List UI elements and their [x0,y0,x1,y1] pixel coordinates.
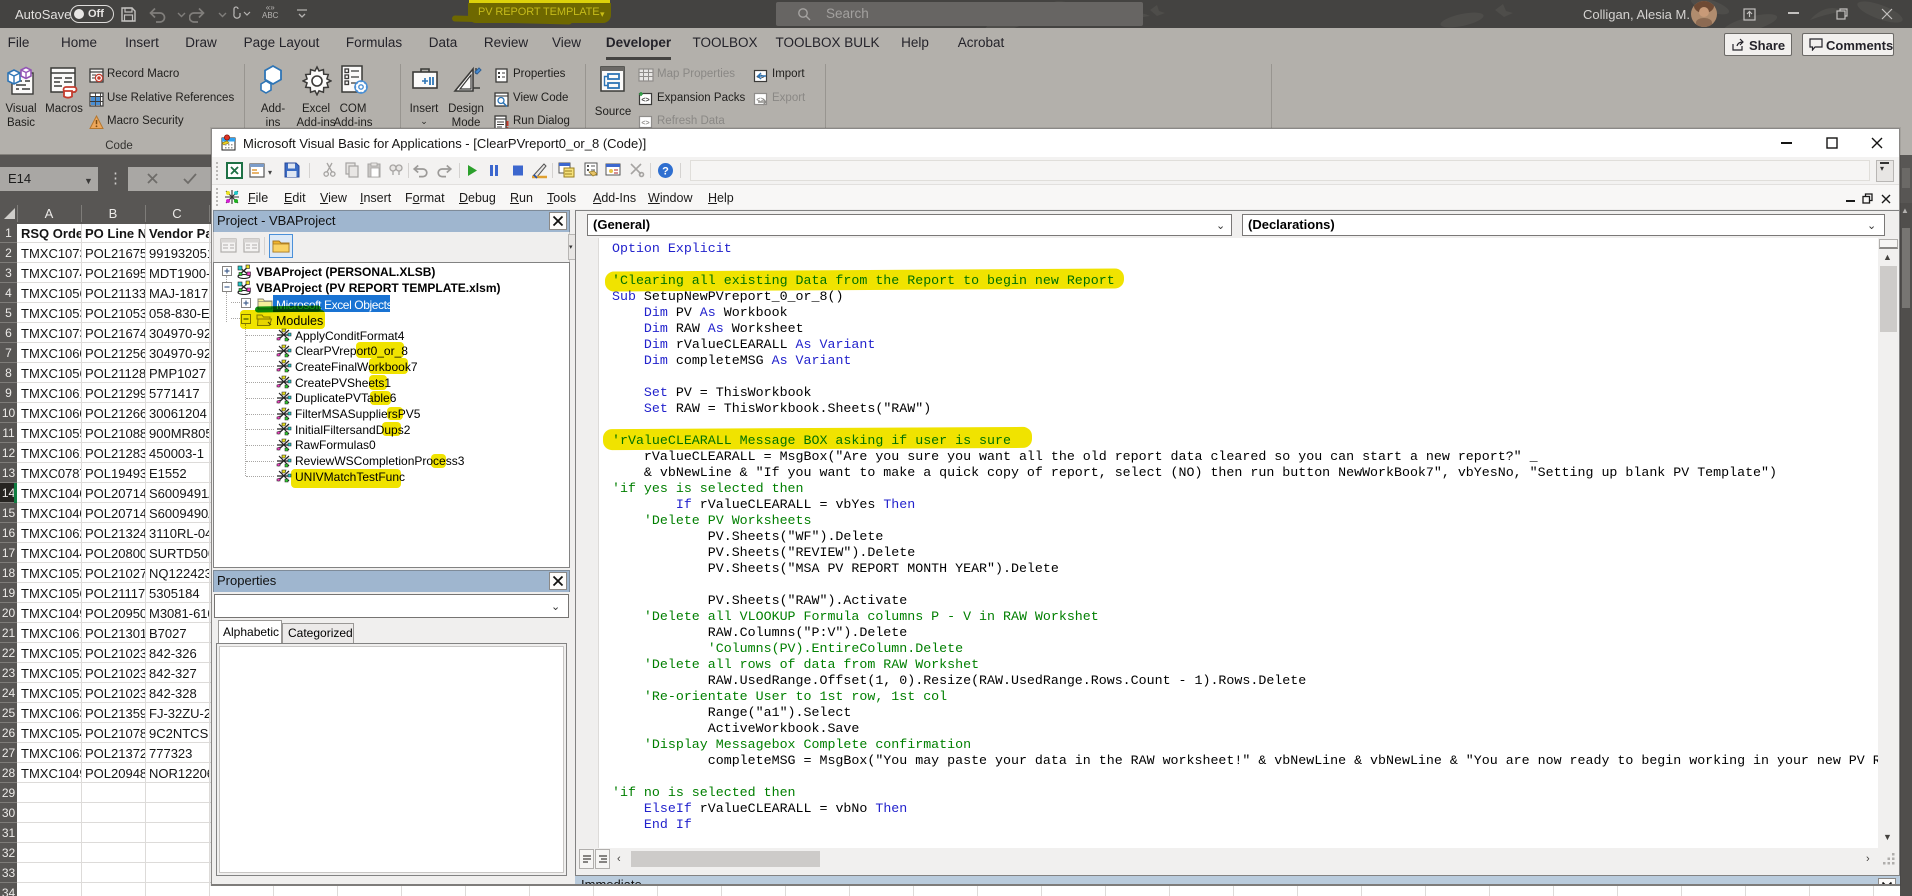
svg-text:<>: <> [641,97,649,104]
svg-text:<>: <> [756,74,764,81]
svg-text:?: ? [662,166,669,178]
svg-text:<>: <> [756,97,764,104]
svg-text:<>: <> [641,120,649,127]
